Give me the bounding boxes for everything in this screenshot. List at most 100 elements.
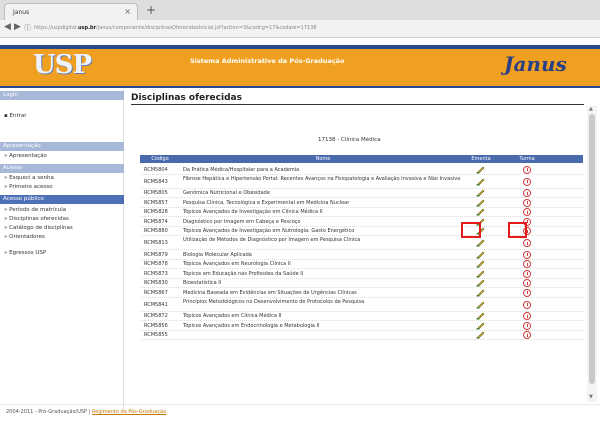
browser-tab-bar: Janus × + [0,0,600,20]
ementa-pencil-icon[interactable] [476,279,485,287]
cell-name: Princípios Metodológicos no Desenvolvime… [183,298,365,305]
turma-info-icon[interactable] [523,260,531,269]
table-row: RCM5841 Princípios Metodológicos no Desen… [140,298,583,312]
banner-bottom-stripe [0,86,600,88]
sidebar-item-apresentacao[interactable]: » Apresentação [4,153,47,159]
cell-code: RCM5830 [144,280,168,287]
ementa-pencil-icon[interactable] [476,178,485,186]
turma-info-icon[interactable] [523,239,531,247]
usp-logo[interactable]: USP [30,50,104,82]
scroll-down-icon[interactable]: ▼ [589,394,593,400]
cell-code: RCM5873 [144,270,168,277]
site-info-icon[interactable]: ⓘ [24,23,31,33]
ementa-pencil-icon[interactable] [476,301,485,309]
forward-arrow-icon[interactable]: ▶ [14,22,21,32]
cell-code: RCM5856 [144,322,168,329]
cell-code: RCM5828 [144,209,168,216]
close-tab-icon[interactable]: × [124,7,131,16]
table-row: RCM5872 Tópicos Avançados em Clínica Médi… [140,312,583,321]
footer-divider [0,404,600,405]
address-bar: ◀ ▶ ⓘ https://uspdigital.usp.br/janus/co… [0,20,600,38]
cell-code: RCM5879 [144,251,168,258]
cell-code: RCM5857 [144,199,168,206]
sidebar-header-acesso: Acesso [0,164,124,173]
url-field[interactable]: https://uspdigital.usp.br/janus/componen… [34,25,317,31]
cell-name: Tópicos em Educação nas Profissões da Sa… [183,270,304,277]
turma-info-icon[interactable] [523,279,531,288]
scrollbar[interactable]: ▲ ▼ [587,106,597,402]
turma-info-icon[interactable] [523,250,531,259]
sidebar-item-periodo-matricula[interactable]: » Período de matrícula [4,207,66,213]
cell-code: RCM5874 [144,218,168,225]
ementa-pencil-icon[interactable] [476,331,485,339]
back-arrow-icon[interactable]: ◀ [4,22,11,32]
cell-code: RCM5880 [144,228,168,235]
ementa-pencil-icon[interactable] [476,260,485,268]
tab-title: Janus [13,9,30,16]
cell-name: Medicina Baseada em Evidências em Situaç… [183,289,357,296]
ementa-pencil-icon[interactable] [476,322,485,330]
scroll-thumb[interactable] [589,114,595,384]
table-row: RCM5857 Pesquisa Clínica, Tecnológica e E… [140,198,583,208]
cell-code: RCM5843 [144,178,168,185]
col-nome: Nome [315,156,331,162]
table-row: RCM5879 Biologia Molecular Aplicada [140,250,583,260]
sidebar-item-primeiro-acesso[interactable]: » Primeiro acesso [4,184,53,190]
sidebar-item-esqueci-senha[interactable]: » Esqueci a senha [4,175,54,181]
table-row: RCM5804 Da Prática Médica/Hospitalar para… [140,165,583,175]
cell-name: Tópicos Avançados em Neurologia Clínica … [183,261,291,268]
sidebar-header-apresentacao: Apresentação [0,142,124,151]
turma-info-icon[interactable] [523,331,531,340]
cell-code: RCM5872 [144,313,168,320]
turma-info-icon[interactable] [523,288,531,297]
cell-name: Bioestatística II [183,280,222,287]
sidebar-item-entrar[interactable]: ▪ Entrar [4,113,27,119]
table-row: RCM5805 Genômica Nutricional e Obesidade [140,189,583,198]
turma-info-icon[interactable] [523,269,531,278]
new-tab-icon[interactable]: + [146,3,156,17]
sidebar-item-orientadores[interactable]: » Orientadores [4,234,45,240]
table-row: RCM5830 Bioestatística II [140,279,583,288]
table-row: RCM5813 Utilização de Métodos de Diagnóst… [140,236,583,250]
ementa-pencil-icon[interactable] [476,208,485,216]
turma-info-icon[interactable] [523,300,531,309]
turma-info-icon[interactable] [523,208,531,217]
ementa-pencil-icon[interactable] [476,189,485,197]
turma-info-icon[interactable] [523,177,531,186]
ementa-pencil-icon[interactable] [476,312,485,320]
footer: 2004-2011 - Pró-Graduação/USP | Regiment… [6,409,166,415]
col-codigo: Código [151,156,169,162]
cell-name: Genômica Nutricional e Obesidade [183,190,270,197]
cell-name: Tópicos Avançados em Clínica Médica II [183,313,282,320]
table-row: RCM5873 Tópicos em Educação nas Profissõe… [140,269,583,279]
table-row: RCM5867 Medicina Baseada em Evidências em… [140,288,583,298]
table-row: RCM5843 Fibrose Hepática e Hipertensão Po… [140,175,583,189]
sidebar-item-disciplinas-oferecidas[interactable]: » Disciplinas oferecidas [4,216,69,222]
turma-info-icon[interactable] [523,189,531,198]
cell-code: RCM5804 [144,166,168,173]
highlight-turma [508,222,527,238]
cell-name: Tópicos Avançados em Endocrinologia e Me… [183,322,320,329]
turma-info-icon[interactable] [523,321,531,330]
browser-tab[interactable]: Janus × [4,3,138,20]
turma-info-icon[interactable] [523,198,531,207]
scroll-up-icon[interactable]: ▲ [589,106,593,112]
ementa-pencil-icon[interactable] [476,270,485,278]
cell-name: Utilização de Métodos de Diagnóstico por… [183,237,361,243]
sidebar-item-catalogo-disciplinas[interactable]: » Catálogo de disciplinas [4,225,73,231]
page-title: Disciplinas oferecidas [131,93,242,103]
table-row: RCM5878 Tópicos Avançados em Neurologia C… [140,260,583,269]
table-row: RCM5856 Tópicos Avançados em Endocrinolog… [140,321,583,331]
turma-info-icon[interactable] [523,165,531,174]
ementa-pencil-icon[interactable] [476,199,485,207]
sidebar-item-egressos[interactable]: » Egressos USP [4,250,46,256]
turma-info-icon[interactable] [523,312,531,321]
ementa-pencil-icon[interactable] [476,251,485,259]
cell-code: RCM5813 [144,240,168,246]
footer-regimento-link[interactable]: Regimento da Pós-Graduação [92,409,166,415]
ementa-pencil-icon[interactable] [476,289,485,297]
system-title: Sistema Administrativo da Pós-Graduação [190,57,345,65]
sidebar-header-login: Login [0,91,124,100]
ementa-pencil-icon[interactable] [476,239,485,247]
ementa-pencil-icon[interactable] [476,166,485,174]
